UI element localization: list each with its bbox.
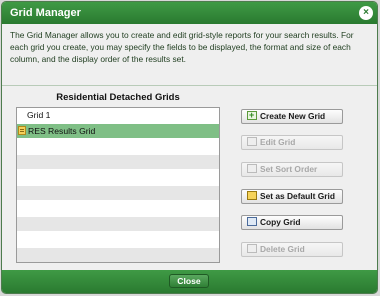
- button-label: Set as Default Grid: [260, 191, 335, 201]
- empty-row: [17, 232, 219, 248]
- dialog-footer: Close: [2, 270, 377, 293]
- set-default-grid-button[interactable]: Set as Default Grid: [241, 189, 343, 204]
- grids-heading: Residential Detached Grids: [56, 92, 180, 103]
- edit-grid-icon: [247, 137, 257, 146]
- empty-row: [17, 216, 219, 232]
- button-label: Copy Grid: [260, 217, 301, 227]
- create-new-grid-button[interactable]: Create New Grid: [241, 109, 343, 124]
- empty-row: [17, 185, 219, 201]
- empty-row: [17, 139, 219, 155]
- grid-list-item-label: RES Results Grid: [28, 125, 96, 136]
- document-icon: [18, 125, 26, 135]
- button-label: Create New Grid: [260, 111, 326, 121]
- grid-list-item-selected[interactable]: RES Results Grid: [17, 123, 219, 139]
- button-label: Delete Grid: [260, 244, 305, 254]
- divider: [2, 85, 377, 86]
- copy-grid-icon: [247, 217, 257, 226]
- default-grid-icon: [247, 191, 257, 200]
- description-text: The Grid Manager allows you to create an…: [10, 30, 354, 64]
- close-button[interactable]: Close: [169, 274, 209, 288]
- grid-list-item-label: Grid 1: [27, 110, 51, 120]
- create-grid-icon: [247, 109, 257, 122]
- grid-list-item[interactable]: Grid 1: [17, 108, 219, 124]
- sort-order-icon: [247, 164, 257, 173]
- copy-grid-button[interactable]: Copy Grid: [241, 215, 343, 230]
- close-icon[interactable]: ×: [359, 6, 373, 20]
- delete-grid-icon: [247, 244, 257, 253]
- empty-row: [17, 201, 219, 217]
- grid-list[interactable]: Grid 1 RES Results Grid: [16, 107, 220, 263]
- button-label: Set Sort Order: [260, 164, 318, 174]
- dialog-title: Grid Manager: [10, 7, 81, 19]
- empty-row: [17, 247, 219, 262]
- empty-row: [17, 170, 219, 186]
- set-sort-order-button[interactable]: Set Sort Order: [241, 162, 343, 177]
- edit-grid-button[interactable]: Edit Grid: [241, 135, 343, 150]
- button-label: Edit Grid: [260, 137, 296, 147]
- delete-grid-button[interactable]: Delete Grid: [241, 242, 343, 257]
- title-bar[interactable]: Grid Manager ×: [2, 2, 377, 24]
- grid-manager-dialog: Grid Manager × The Grid Manager allows y…: [1, 1, 378, 294]
- empty-row: [17, 154, 219, 170]
